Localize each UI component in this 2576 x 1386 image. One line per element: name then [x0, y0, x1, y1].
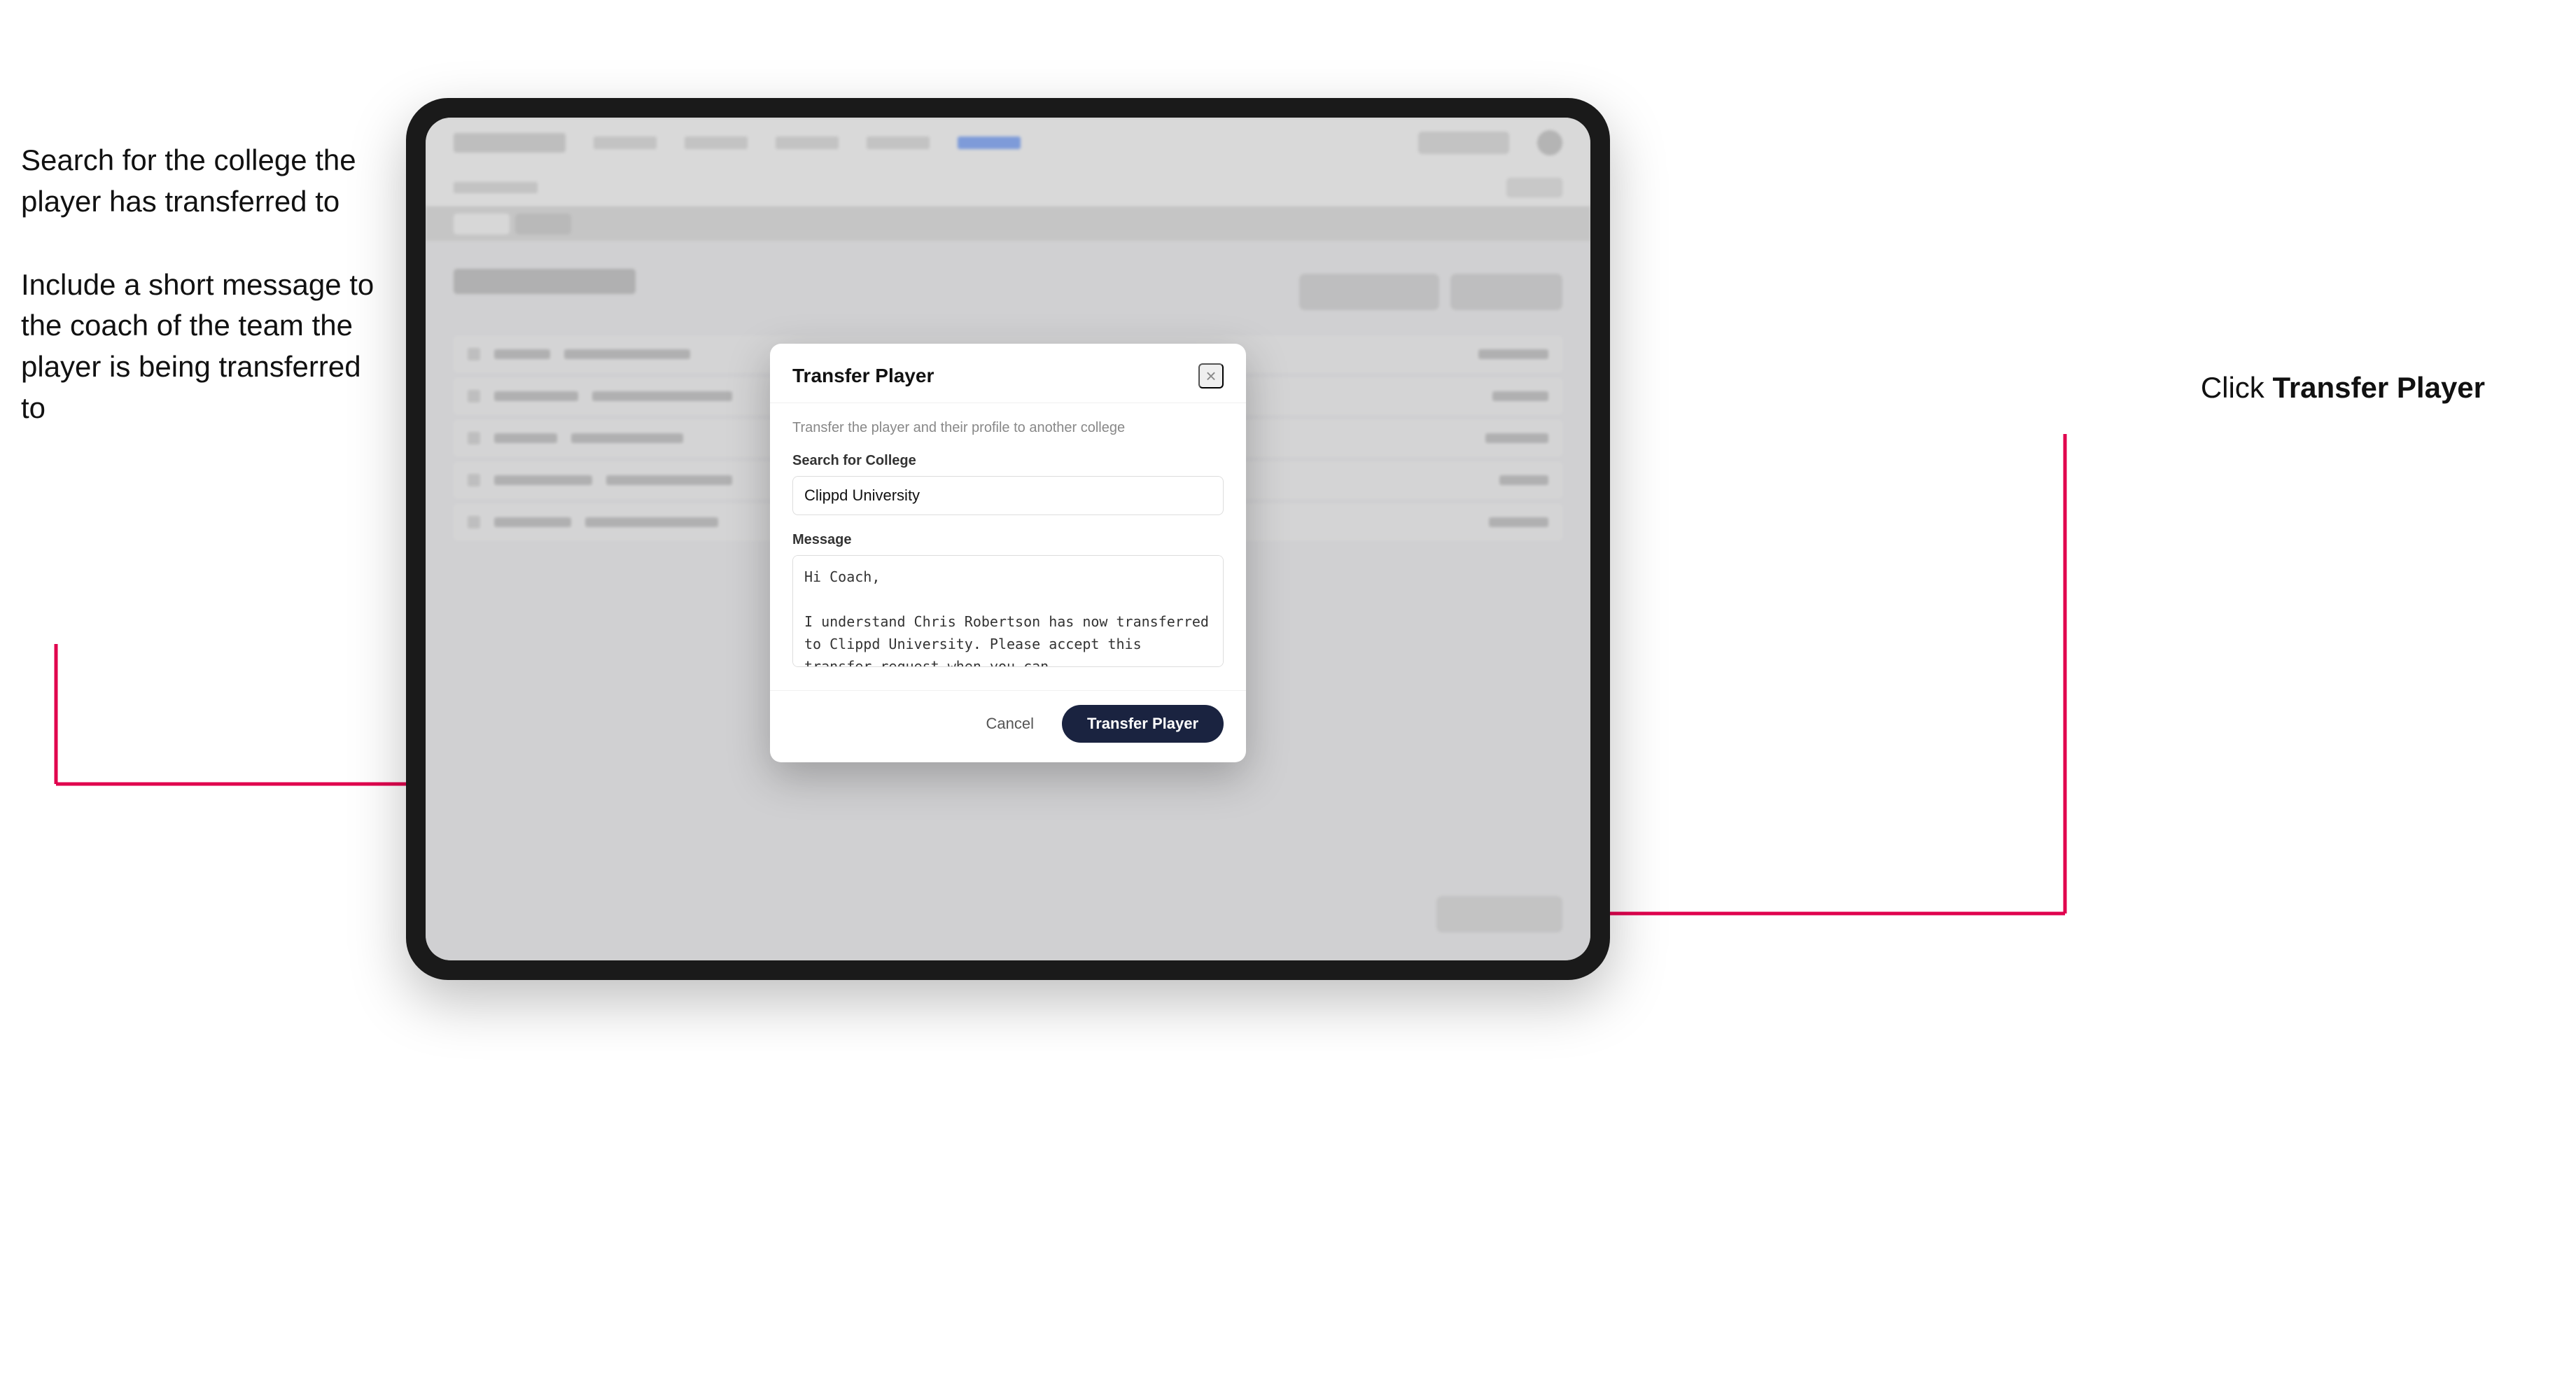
transfer-player-modal: Transfer Player × Transfer the player an… — [770, 344, 1246, 762]
modal-close-button[interactable]: × — [1198, 363, 1224, 388]
message-label: Message — [792, 532, 1224, 548]
cancel-button[interactable]: Cancel — [972, 706, 1048, 741]
modal-header: Transfer Player × — [770, 344, 1246, 403]
tablet-screen: Transfer Player × Transfer the player an… — [426, 118, 1590, 960]
annotation-right: Click Transfer Player — [2201, 371, 2485, 405]
annotation-text-message: Include a short message to the coach of … — [21, 265, 385, 429]
modal-overlay: Transfer Player × Transfer the player an… — [426, 118, 1590, 960]
message-textarea[interactable] — [792, 555, 1224, 667]
modal-body: Transfer the player and their profile to… — [770, 403, 1246, 690]
search-college-input[interactable] — [792, 476, 1224, 515]
annotation-text-search: Search for the college the player has tr… — [21, 140, 385, 223]
modal-description: Transfer the player and their profile to… — [792, 420, 1224, 436]
tablet-frame: Transfer Player × Transfer the player an… — [406, 98, 1610, 980]
modal-title: Transfer Player — [792, 365, 934, 387]
transfer-player-button[interactable]: Transfer Player — [1062, 705, 1224, 743]
annotation-right-text: Click Transfer Player — [2201, 371, 2485, 404]
search-college-label: Search for College — [792, 453, 1224, 469]
annotation-left-top: Search for the college the player has tr… — [21, 140, 385, 471]
modal-footer: Cancel Transfer Player — [770, 690, 1246, 762]
